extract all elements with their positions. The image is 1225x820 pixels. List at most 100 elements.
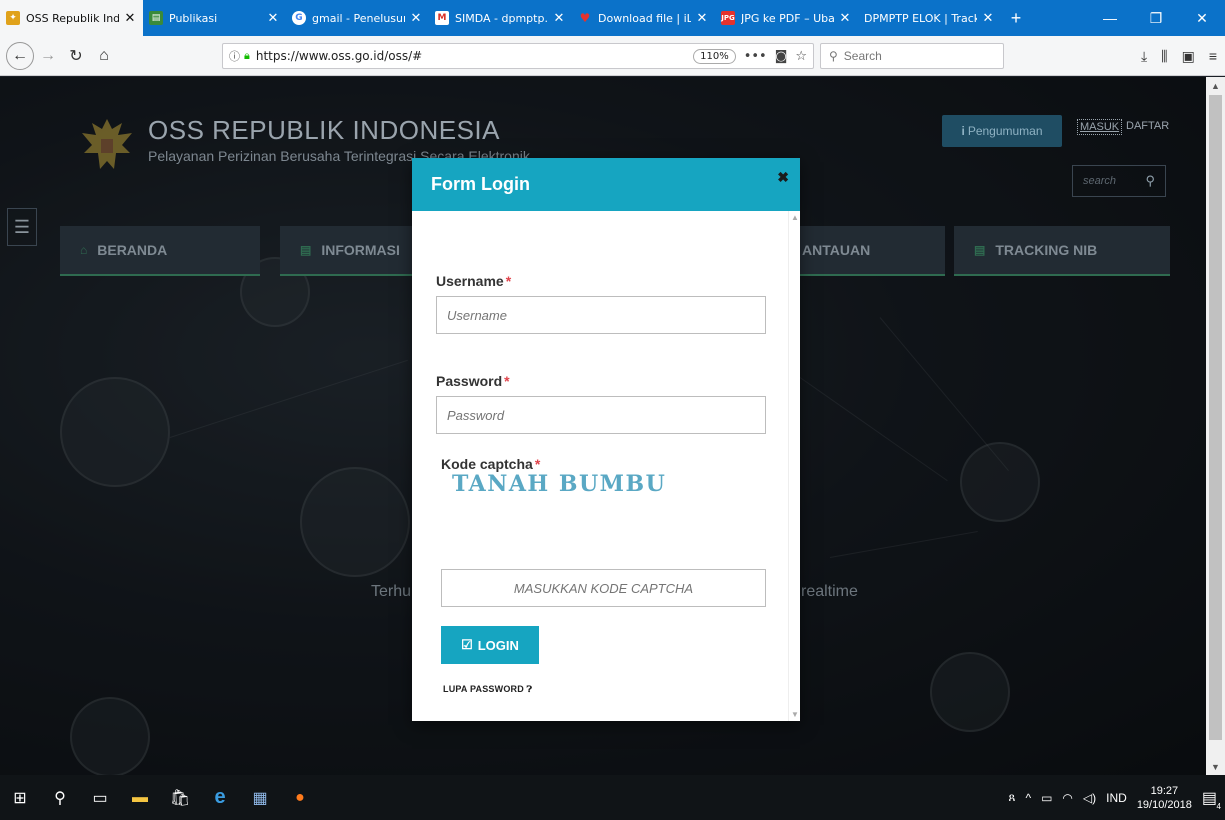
new-tab-button[interactable]: +: [1001, 0, 1031, 36]
language-indicator[interactable]: IND: [1106, 791, 1127, 805]
modal-title: Form Login: [431, 174, 530, 194]
daftar-link[interactable]: DAFTAR: [1126, 120, 1169, 132]
firefox-icon[interactable]: ●: [280, 775, 320, 820]
sidebar-icon[interactable]: ▣: [1182, 48, 1195, 65]
battery-icon[interactable]: ▭: [1041, 791, 1052, 805]
menu-icon[interactable]: ≡: [1209, 48, 1217, 64]
forgot-password-link[interactable]: LUPA PASSWORD ❓︎: [443, 684, 532, 695]
sidebar-toggle-button[interactable]: ☰: [7, 208, 37, 246]
system-tray: ጸ ^ ▭ ◠ ◁) IND 19:27 19/10/2018 ▤ 4: [1008, 775, 1221, 820]
close-tab-icon[interactable]: ✕: [552, 11, 566, 26]
scroll-up-icon[interactable]: ▲: [789, 213, 801, 222]
task-view-icon[interactable]: ▭: [80, 775, 120, 820]
url-actions: ••• ◙ ☆: [744, 49, 807, 64]
tab-title: Download file | iLov: [598, 11, 691, 25]
close-icon[interactable]: ✖: [777, 169, 789, 186]
tab-google[interactable]: G gmail - Penelusuran ✕: [286, 0, 429, 36]
menu-item-informasi[interactable]: ▤ INFORMASI: [280, 226, 420, 276]
file-explorer-icon[interactable]: ▬: [120, 775, 160, 820]
menu-item-pemantauan[interactable]: ANTAUAN: [800, 226, 945, 276]
clock[interactable]: 19:27 19/10/2018: [1137, 784, 1192, 812]
tab-jpg-to-pdf[interactable]: JPG JPG ke PDF – Ubah ✕: [715, 0, 858, 36]
close-tab-icon[interactable]: ✕: [695, 11, 709, 26]
menu-item-beranda[interactable]: ⌂ BERANDA: [60, 226, 260, 276]
browser-search-input[interactable]: ⚲ Search: [820, 43, 1004, 69]
window-controls: — ❐ ✕: [1087, 0, 1225, 36]
document-icon: ▤: [300, 243, 312, 257]
reload-button[interactable]: ↻: [62, 42, 90, 70]
notification-icon[interactable]: ▤ 4: [1202, 788, 1221, 811]
close-tab-icon[interactable]: ✕: [123, 11, 137, 26]
masuk-link[interactable]: MASUK: [1077, 119, 1123, 135]
login-button[interactable]: ☑ LOGIN: [441, 626, 539, 664]
search-icon[interactable]: ⚲: [40, 775, 80, 820]
download-icon[interactable]: ⤓: [1141, 48, 1147, 65]
modal-scrollbar[interactable]: ▲ ▼: [788, 211, 800, 721]
info-icon[interactable]: ⓘ: [229, 48, 240, 64]
search-placeholder: Search: [843, 49, 882, 63]
required-mark: *: [505, 273, 512, 289]
url-bar[interactable]: ⓘ 🔒︎ https://www.oss.go.id/oss/# 110% ••…: [222, 43, 814, 69]
people-icon[interactable]: ጸ: [1008, 790, 1015, 805]
scroll-up-icon[interactable]: ▲: [1206, 77, 1225, 94]
home-button[interactable]: ⌂: [90, 42, 118, 70]
edge-icon[interactable]: e: [200, 775, 240, 820]
search-icon: ⚲: [829, 49, 838, 63]
scroll-down-icon[interactable]: ▼: [1206, 758, 1225, 775]
close-window-button[interactable]: ✕: [1179, 0, 1225, 36]
publikasi-favicon-icon: ▤: [149, 11, 163, 25]
scrollbar-thumb[interactable]: [1209, 95, 1222, 740]
browser-nav-bar: ← → ↻ ⌂ ⓘ 🔒︎ https://www.oss.go.id/oss/#…: [0, 36, 1225, 76]
tab-ilovepdf-download[interactable]: ♥ Download file | iLov ✕: [572, 0, 715, 36]
library-icon[interactable]: ⫼: [1161, 48, 1167, 65]
tab-title: gmail - Penelusuran: [312, 11, 405, 25]
restore-button[interactable]: ❐: [1133, 0, 1179, 36]
required-mark: *: [504, 373, 510, 389]
store-icon[interactable]: 🛍︎: [160, 775, 200, 820]
word-icon[interactable]: ▦: [240, 775, 280, 820]
password-input[interactable]: [436, 396, 766, 434]
username-input[interactable]: [436, 296, 766, 334]
show-hidden-icons-icon[interactable]: ^: [1025, 791, 1031, 805]
pengumuman-button[interactable]: i Pengumuman: [942, 115, 1062, 147]
back-button[interactable]: ←: [6, 41, 34, 70]
tab-title: Publikasi: [169, 11, 218, 25]
clock-date: 19/10/2018: [1136, 798, 1192, 811]
tab-oss[interactable]: ✦ OSS Republik Indone ✕: [0, 0, 143, 36]
url-text[interactable]: https://www.oss.go.id/oss/#: [256, 49, 693, 63]
tab-publikasi[interactable]: ▤ Publikasi ✕: [143, 0, 286, 36]
close-tab-icon[interactable]: ✕: [409, 11, 423, 26]
wifi-icon[interactable]: ◠: [1062, 791, 1072, 805]
close-tab-icon[interactable]: ✕: [838, 11, 852, 26]
scroll-down-icon[interactable]: ▼: [789, 710, 801, 719]
username-label: Username *: [436, 273, 511, 289]
garuda-emblem-icon: [82, 119, 132, 169]
lock-icon[interactable]: 🔒︎: [244, 49, 250, 63]
menu-item-label: ANTAUAN: [802, 242, 871, 258]
menu-item-label: BERANDA: [97, 242, 168, 258]
windows-start-icon[interactable]: ⊞: [0, 775, 40, 820]
tab-dpmptp-elok[interactable]: DPMPTP ELOK | Trackin ✕: [858, 0, 1001, 36]
zoom-level[interactable]: 110%: [693, 48, 736, 64]
minimize-button[interactable]: —: [1087, 0, 1133, 36]
captcha-input[interactable]: [441, 569, 766, 607]
page-scrollbar[interactable]: ▲ ▼: [1206, 77, 1225, 775]
list-icon: ☰: [13, 216, 31, 237]
close-tab-icon[interactable]: ✕: [981, 11, 995, 26]
password-label-text: Password: [436, 373, 503, 389]
menu-item-tracking-nib[interactable]: ▤ TRACKING NIB: [954, 226, 1170, 276]
menu-item-label: TRACKING NIB: [995, 242, 1098, 258]
page-actions-icon[interactable]: •••: [744, 49, 767, 64]
pocket-icon[interactable]: ◙: [775, 49, 788, 64]
site-search-input[interactable]: search ⚲: [1072, 165, 1166, 197]
hero-text-right: realtime: [801, 583, 858, 600]
forward-button[interactable]: →: [34, 42, 62, 70]
username-label-text: Username: [436, 273, 504, 289]
close-tab-icon[interactable]: ✕: [266, 11, 280, 26]
tab-simda[interactable]: M SIMDA - dpmptp.p ✕: [429, 0, 572, 36]
bookmark-star-icon[interactable]: ☆: [795, 49, 807, 64]
tab-title: JPG ke PDF – Ubah: [741, 11, 834, 25]
volume-icon[interactable]: ◁): [1083, 791, 1096, 805]
search-icon[interactable]: ⚲: [1145, 173, 1155, 189]
oss-favicon-icon: ✦: [6, 11, 20, 25]
